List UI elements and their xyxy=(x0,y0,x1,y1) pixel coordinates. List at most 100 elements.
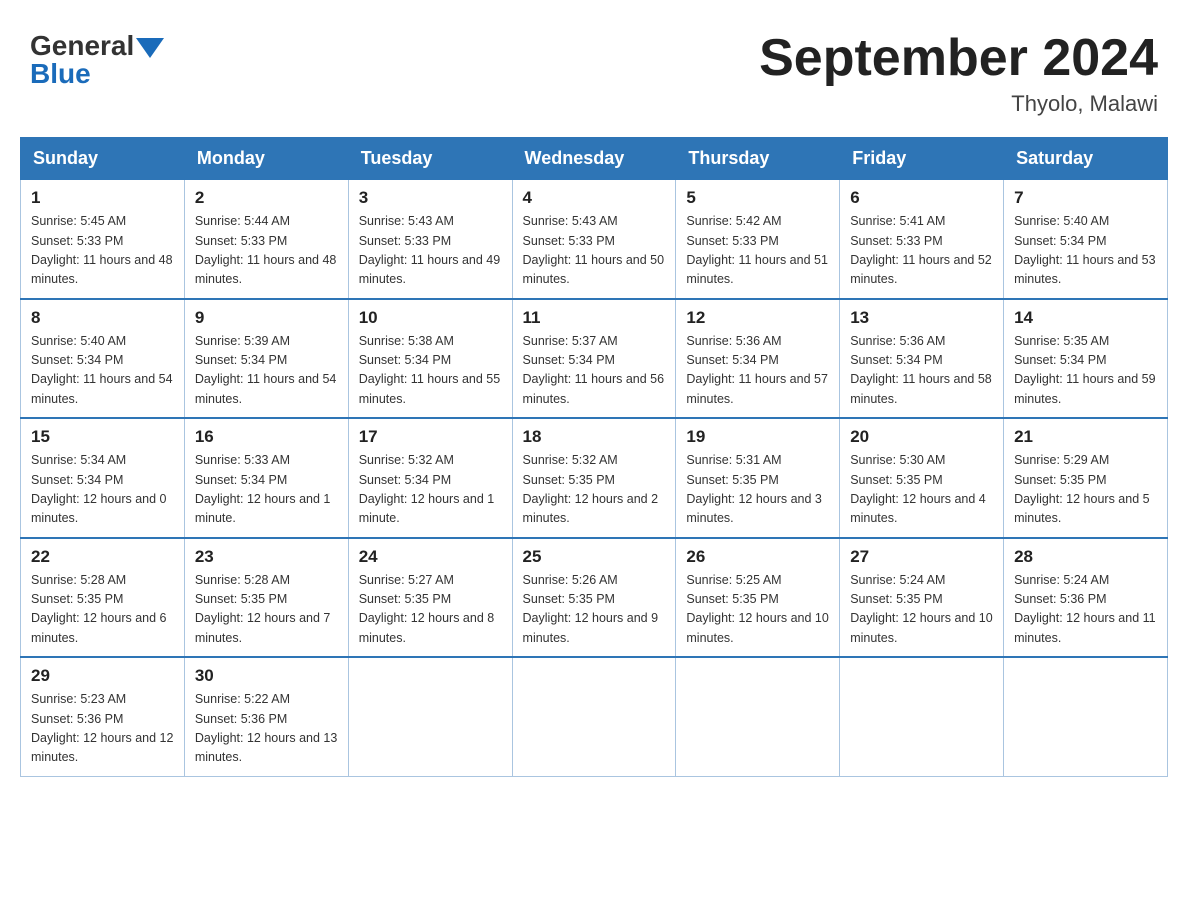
day-info: Sunrise: 5:36 AMSunset: 5:34 PMDaylight:… xyxy=(686,332,829,410)
location: Thyolo, Malawi xyxy=(759,91,1158,117)
day-number: 16 xyxy=(195,427,338,447)
calendar-week-row: 1 Sunrise: 5:45 AMSunset: 5:33 PMDaylight… xyxy=(21,180,1168,299)
calendar-cell xyxy=(348,657,512,776)
day-number: 25 xyxy=(523,547,666,567)
day-info: Sunrise: 5:34 AMSunset: 5:34 PMDaylight:… xyxy=(31,451,174,529)
calendar-cell: 6 Sunrise: 5:41 AMSunset: 5:33 PMDaylight… xyxy=(840,180,1004,299)
calendar-cell: 28 Sunrise: 5:24 AMSunset: 5:36 PMDayligh… xyxy=(1004,538,1168,658)
calendar-cell: 19 Sunrise: 5:31 AMSunset: 5:35 PMDayligh… xyxy=(676,418,840,538)
calendar-cell: 13Sunrise: 5:36 AMSunset: 5:34 PMDayligh… xyxy=(840,299,1004,419)
calendar-cell: 2 Sunrise: 5:44 AMSunset: 5:33 PMDaylight… xyxy=(184,180,348,299)
calendar-cell: 30Sunrise: 5:22 AMSunset: 5:36 PMDayligh… xyxy=(184,657,348,776)
calendar-cell: 8Sunrise: 5:40 AMSunset: 5:34 PMDaylight… xyxy=(21,299,185,419)
day-number: 5 xyxy=(686,188,829,208)
calendar-cell: 10 Sunrise: 5:38 AMSunset: 5:34 PMDayligh… xyxy=(348,299,512,419)
day-info: Sunrise: 5:33 AMSunset: 5:34 PMDaylight:… xyxy=(195,451,338,529)
calendar-cell: 5 Sunrise: 5:42 AMSunset: 5:33 PMDaylight… xyxy=(676,180,840,299)
day-number: 17 xyxy=(359,427,502,447)
day-number: 19 xyxy=(686,427,829,447)
calendar-cell: 23 Sunrise: 5:28 AMSunset: 5:35 PMDayligh… xyxy=(184,538,348,658)
day-info: Sunrise: 5:44 AMSunset: 5:33 PMDaylight:… xyxy=(195,212,338,290)
day-info: Sunrise: 5:23 AMSunset: 5:36 PMDaylight:… xyxy=(31,690,174,768)
calendar-cell: 15 Sunrise: 5:34 AMSunset: 5:34 PMDayligh… xyxy=(21,418,185,538)
day-number: 13 xyxy=(850,308,993,328)
day-number: 27 xyxy=(850,547,993,567)
weekday-header-saturday: Saturday xyxy=(1004,138,1168,180)
day-number: 21 xyxy=(1014,427,1157,447)
calendar-week-row: 15 Sunrise: 5:34 AMSunset: 5:34 PMDayligh… xyxy=(21,418,1168,538)
day-info: Sunrise: 5:45 AMSunset: 5:33 PMDaylight:… xyxy=(31,212,174,290)
calendar-cell xyxy=(840,657,1004,776)
day-info: Sunrise: 5:32 AMSunset: 5:35 PMDaylight:… xyxy=(523,451,666,529)
day-number: 29 xyxy=(31,666,174,686)
weekday-header-thursday: Thursday xyxy=(676,138,840,180)
calendar-week-row: 22Sunrise: 5:28 AMSunset: 5:35 PMDayligh… xyxy=(21,538,1168,658)
calendar-cell xyxy=(676,657,840,776)
day-info: Sunrise: 5:40 AMSunset: 5:34 PMDaylight:… xyxy=(1014,212,1157,290)
day-number: 18 xyxy=(523,427,666,447)
day-number: 28 xyxy=(1014,547,1157,567)
day-info: Sunrise: 5:39 AMSunset: 5:34 PMDaylight:… xyxy=(195,332,338,410)
day-number: 26 xyxy=(686,547,829,567)
calendar-cell: 14 Sunrise: 5:35 AMSunset: 5:34 PMDayligh… xyxy=(1004,299,1168,419)
day-info: Sunrise: 5:22 AMSunset: 5:36 PMDaylight:… xyxy=(195,690,338,768)
weekday-header-wednesday: Wednesday xyxy=(512,138,676,180)
calendar-header-row: SundayMondayTuesdayWednesdayThursdayFrid… xyxy=(21,138,1168,180)
day-info: Sunrise: 5:25 AMSunset: 5:35 PMDaylight:… xyxy=(686,571,829,649)
day-info: Sunrise: 5:24 AMSunset: 5:35 PMDaylight:… xyxy=(850,571,993,649)
calendar-cell: 26 Sunrise: 5:25 AMSunset: 5:35 PMDayligh… xyxy=(676,538,840,658)
logo: General Blue xyxy=(30,30,164,90)
calendar-cell: 20 Sunrise: 5:30 AMSunset: 5:35 PMDayligh… xyxy=(840,418,1004,538)
day-info: Sunrise: 5:27 AMSunset: 5:35 PMDaylight:… xyxy=(359,571,502,649)
page-header: General Blue September 2024 Thyolo, Mala… xyxy=(20,20,1168,117)
calendar-cell: 4 Sunrise: 5:43 AMSunset: 5:33 PMDaylight… xyxy=(512,180,676,299)
calendar-cell xyxy=(512,657,676,776)
weekday-header-tuesday: Tuesday xyxy=(348,138,512,180)
day-info: Sunrise: 5:43 AMSunset: 5:33 PMDaylight:… xyxy=(359,212,502,290)
day-info: Sunrise: 5:29 AMSunset: 5:35 PMDaylight:… xyxy=(1014,451,1157,529)
day-number: 20 xyxy=(850,427,993,447)
calendar-cell: 17 Sunrise: 5:32 AMSunset: 5:34 PMDayligh… xyxy=(348,418,512,538)
day-info: Sunrise: 5:24 AMSunset: 5:36 PMDaylight:… xyxy=(1014,571,1157,649)
weekday-header-friday: Friday xyxy=(840,138,1004,180)
day-number: 12 xyxy=(686,308,829,328)
calendar-cell: 21 Sunrise: 5:29 AMSunset: 5:35 PMDayligh… xyxy=(1004,418,1168,538)
day-number: 11 xyxy=(523,308,666,328)
calendar-cell: 22Sunrise: 5:28 AMSunset: 5:35 PMDayligh… xyxy=(21,538,185,658)
calendar-table: SundayMondayTuesdayWednesdayThursdayFrid… xyxy=(20,137,1168,777)
calendar-cell: 1 Sunrise: 5:45 AMSunset: 5:33 PMDaylight… xyxy=(21,180,185,299)
day-number: 1 xyxy=(31,188,174,208)
logo-triangle-icon xyxy=(136,38,164,58)
title-section: September 2024 Thyolo, Malawi xyxy=(759,30,1158,117)
day-number: 2 xyxy=(195,188,338,208)
day-number: 7 xyxy=(1014,188,1157,208)
day-info: Sunrise: 5:41 AMSunset: 5:33 PMDaylight:… xyxy=(850,212,993,290)
day-info: Sunrise: 5:30 AMSunset: 5:35 PMDaylight:… xyxy=(850,451,993,529)
day-number: 9 xyxy=(195,308,338,328)
day-number: 6 xyxy=(850,188,993,208)
day-info: Sunrise: 5:35 AMSunset: 5:34 PMDaylight:… xyxy=(1014,332,1157,410)
day-number: 4 xyxy=(523,188,666,208)
day-number: 10 xyxy=(359,308,502,328)
day-info: Sunrise: 5:38 AMSunset: 5:34 PMDaylight:… xyxy=(359,332,502,410)
day-info: Sunrise: 5:26 AMSunset: 5:35 PMDaylight:… xyxy=(523,571,666,649)
day-info: Sunrise: 5:37 AMSunset: 5:34 PMDaylight:… xyxy=(523,332,666,410)
calendar-cell: 27 Sunrise: 5:24 AMSunset: 5:35 PMDayligh… xyxy=(840,538,1004,658)
day-info: Sunrise: 5:42 AMSunset: 5:33 PMDaylight:… xyxy=(686,212,829,290)
calendar-cell: 29 Sunrise: 5:23 AMSunset: 5:36 PMDayligh… xyxy=(21,657,185,776)
weekday-header-monday: Monday xyxy=(184,138,348,180)
day-number: 15 xyxy=(31,427,174,447)
logo-text-blue: Blue xyxy=(30,58,91,90)
day-info: Sunrise: 5:31 AMSunset: 5:35 PMDaylight:… xyxy=(686,451,829,529)
calendar-cell: 18 Sunrise: 5:32 AMSunset: 5:35 PMDayligh… xyxy=(512,418,676,538)
weekday-header-sunday: Sunday xyxy=(21,138,185,180)
day-number: 14 xyxy=(1014,308,1157,328)
day-info: Sunrise: 5:32 AMSunset: 5:34 PMDaylight:… xyxy=(359,451,502,529)
calendar-cell: 7 Sunrise: 5:40 AMSunset: 5:34 PMDaylight… xyxy=(1004,180,1168,299)
calendar-cell: 25 Sunrise: 5:26 AMSunset: 5:35 PMDayligh… xyxy=(512,538,676,658)
day-info: Sunrise: 5:40 AMSunset: 5:34 PMDaylight:… xyxy=(31,332,174,410)
day-info: Sunrise: 5:43 AMSunset: 5:33 PMDaylight:… xyxy=(523,212,666,290)
day-number: 23 xyxy=(195,547,338,567)
month-title: September 2024 xyxy=(759,30,1158,87)
day-info: Sunrise: 5:28 AMSunset: 5:35 PMDaylight:… xyxy=(195,571,338,649)
